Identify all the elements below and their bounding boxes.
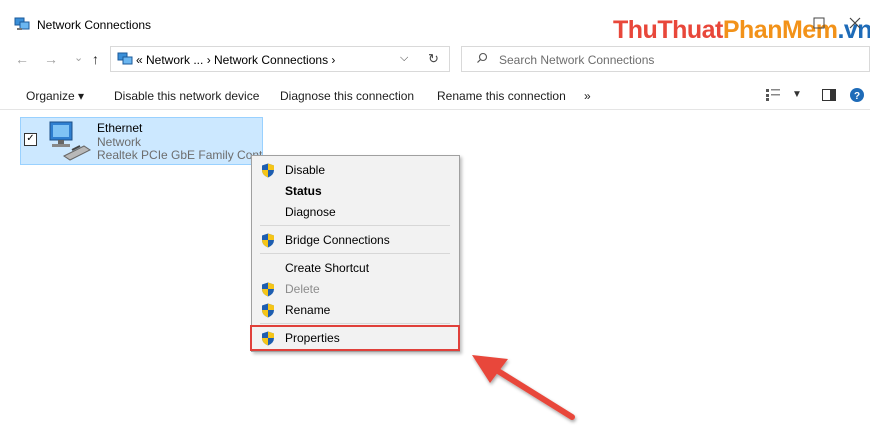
connection-device: Realtek PCIe GbE Family Cont...: [97, 148, 273, 162]
up-button[interactable]: ↑: [92, 51, 99, 67]
menu-item-diagnose[interactable]: Diagnose: [285, 205, 336, 219]
svg-text:?: ?: [854, 91, 860, 102]
connection-name: Ethernet: [97, 121, 143, 135]
help-icon[interactable]: ?: [850, 88, 864, 102]
watermark-part1: ThuThuat: [613, 16, 723, 44]
change-view-icon[interactable]: [766, 89, 780, 101]
menu-item-status[interactable]: Status: [285, 184, 322, 198]
refresh-button[interactable]: ↻: [428, 51, 439, 67]
menu-separator: [260, 225, 450, 226]
rename-button[interactable]: Rename this connection: [437, 89, 566, 103]
address-path[interactable]: « Network ... › Network Connections ›: [136, 53, 335, 67]
uac-shield-icon: [262, 303, 274, 318]
recent-locations-button[interactable]: ⌄: [74, 51, 83, 64]
address-dropdown-icon[interactable]: ⌵: [400, 52, 408, 65]
more-commands-button[interactable]: »: [584, 89, 591, 103]
organize-button[interactable]: Organize ▾: [26, 89, 84, 103]
menu-item-create-shortcut[interactable]: Create Shortcut: [285, 261, 369, 275]
forward-button[interactable]: →: [44, 51, 58, 67]
disable-device-button[interactable]: Disable this network device: [114, 89, 259, 103]
uac-shield-icon: [262, 163, 274, 178]
menu-item-rename[interactable]: Rename: [285, 303, 330, 317]
network-connections-icon: [14, 17, 30, 30]
preview-pane-icon[interactable]: [822, 89, 836, 101]
menu-item-disable[interactable]: Disable: [285, 163, 325, 177]
search-icon: [477, 52, 488, 63]
menu-item-bridge-connections[interactable]: Bridge Connections: [285, 233, 390, 247]
menu-separator: [260, 323, 450, 324]
uac-shield-icon: [262, 282, 274, 297]
window-title: Network Connections: [37, 18, 152, 32]
diagnose-button[interactable]: Diagnose this connection: [280, 89, 414, 103]
properties-highlight-box: [250, 325, 460, 351]
ethernet-adapter-icon: [49, 121, 91, 161]
watermark-logo: ThuThuatPhanMem.vn: [613, 16, 870, 44]
annotation-arrow-icon: [472, 355, 575, 420]
maximize-icon[interactable]: [812, 16, 826, 30]
close-icon[interactable]: [848, 16, 862, 30]
search-placeholder[interactable]: Search Network Connections: [499, 53, 654, 67]
network-folder-icon: [117, 52, 133, 65]
back-button[interactable]: ←: [15, 51, 29, 67]
menu-separator: [260, 253, 450, 254]
uac-shield-icon: [262, 233, 274, 248]
view-dropdown-icon[interactable]: ▼: [792, 89, 802, 100]
item-checkbox[interactable]: ✓: [24, 133, 37, 146]
connection-status: Network: [97, 135, 142, 149]
menu-item-delete: Delete: [285, 282, 320, 296]
